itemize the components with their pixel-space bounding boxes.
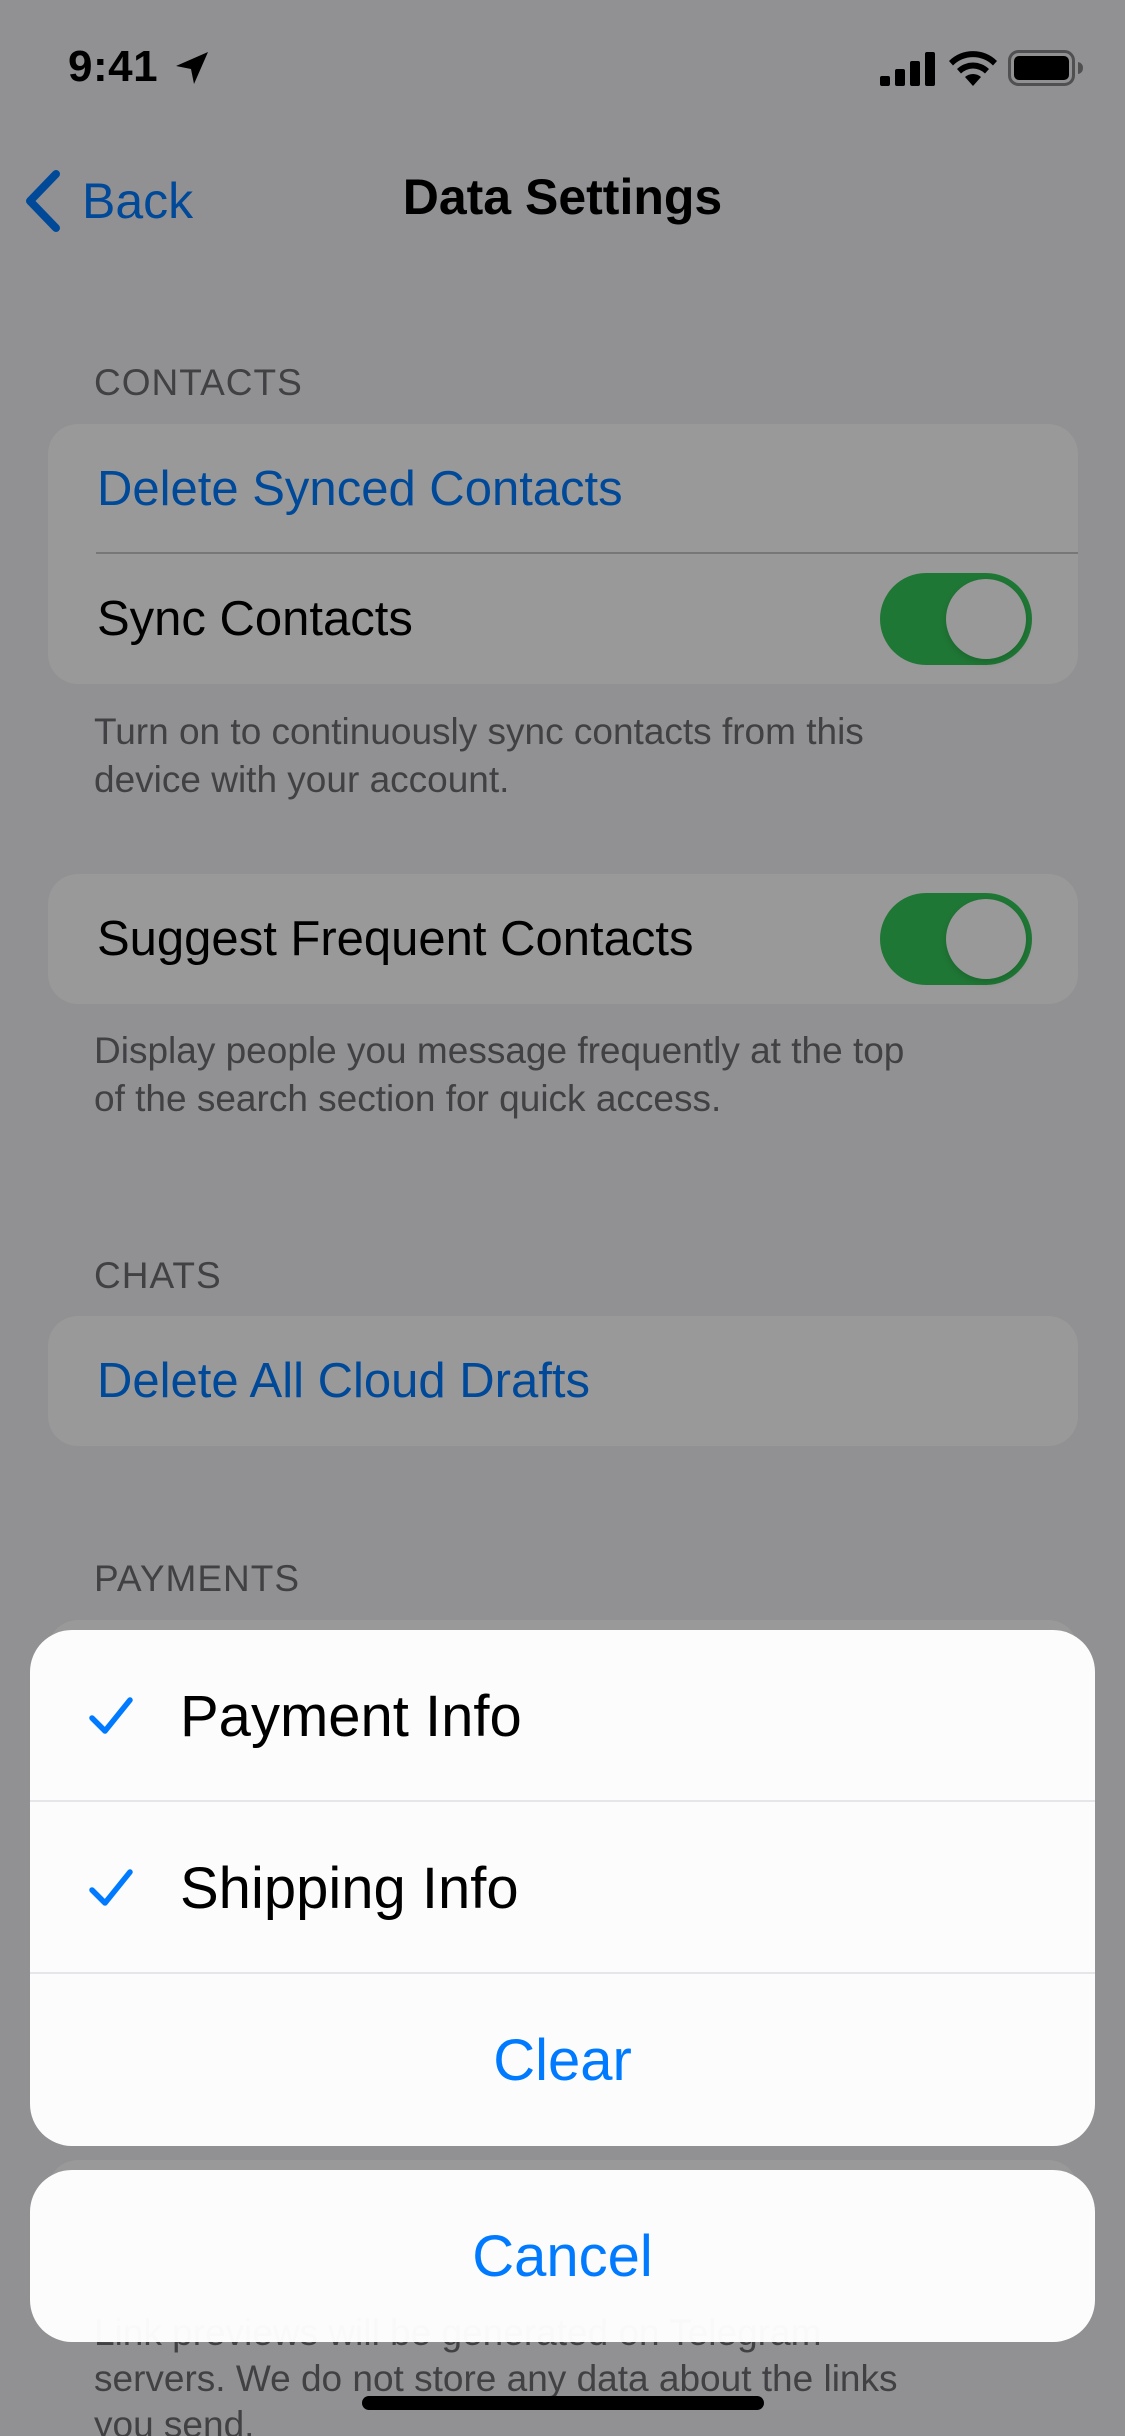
home-indicator[interactable]	[362, 2396, 764, 2410]
cancel-label: Cancel	[472, 2223, 653, 2289]
shipping-info-label: Shipping Info	[180, 1855, 519, 1921]
cancel-sheet: Cancel	[30, 2170, 1095, 2342]
clear-label: Clear	[493, 2027, 632, 2093]
payment-info-label: Payment Info	[180, 1683, 522, 1749]
data-settings-screen: 9:41 Back Data Settings CONTACTS Delete …	[0, 0, 1125, 2436]
shipping-info-option[interactable]: Shipping Info	[30, 1802, 1095, 1974]
action-sheet: Payment Info Shipping Info Clear	[30, 1630, 1095, 2146]
checkmark-icon	[89, 1697, 133, 1734]
cancel-button[interactable]: Cancel	[30, 2170, 1095, 2342]
checkmark-icon	[89, 1869, 133, 1906]
payment-info-option[interactable]: Payment Info	[30, 1630, 1095, 1802]
clear-button[interactable]: Clear	[30, 1974, 1095, 2146]
